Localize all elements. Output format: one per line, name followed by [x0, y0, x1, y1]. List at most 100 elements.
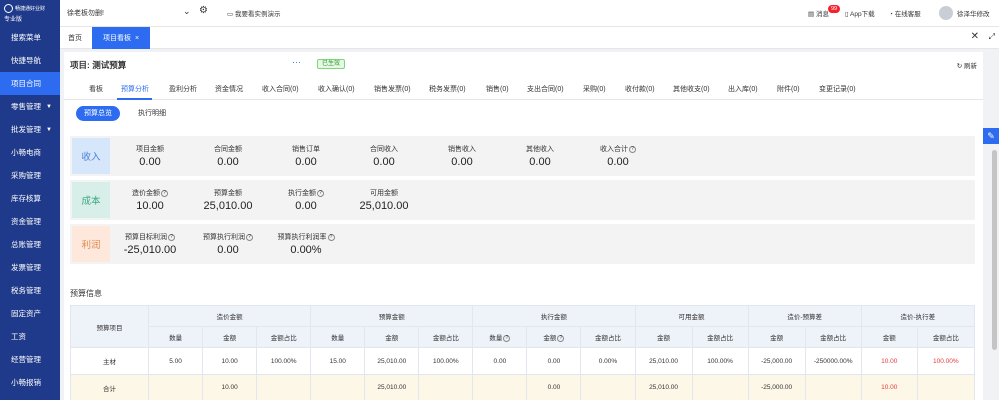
chevron-down-icon[interactable]: ⌄	[183, 6, 191, 17]
main-tab[interactable]: 看板	[89, 84, 103, 94]
sidebar-item-label: 经营管理	[11, 355, 41, 364]
main-tab[interactable]: 销售(0)	[486, 84, 509, 94]
sidebar-item[interactable]: 经营管理	[0, 348, 60, 371]
sidebar-item-label: 固定资产	[11, 309, 41, 318]
table-cell: 10.00	[860, 347, 918, 375]
top-bar: 徐老板勿删! ⌄ ⚙ ▭ 我要看实例演示 99 ▤ 消息 ▯ App下载 ◔ 在…	[60, 0, 999, 27]
table-row: 主材 5.00 10.00 100.00% 15.00 25,010.00 100.00% 0…	[69, 347, 976, 375]
table-cell: 100.00%	[691, 347, 749, 375]
metric-label: 执行金额?	[266, 188, 346, 198]
more-icon[interactable]: ···	[292, 57, 301, 67]
metric-label-text: 合同收入	[370, 146, 398, 153]
close-icon[interactable]: ×	[135, 35, 139, 42]
help-icon[interactable]: ?	[246, 233, 253, 241]
help-icon[interactable]: ?	[168, 233, 175, 241]
table-cell: 100.00%	[256, 347, 312, 375]
close-all-tabs-icon[interactable]: ✕	[971, 31, 979, 42]
sidebar: 畅捷通好业财 专业版 搜索菜单 快捷导航 项目合同 零售管理 ▼ 批发管理 ▼ 小畅电商 采购管…	[0, 0, 60, 400]
sidebar-item[interactable]: 税务管理	[0, 279, 60, 302]
form-icon[interactable]: ✎	[983, 128, 999, 144]
sidebar-item[interactable]: 总账管理	[0, 233, 60, 256]
page-title: 项目: 测试预算	[70, 60, 127, 70]
tab-project-board[interactable]: 项目看板 ×	[92, 27, 150, 49]
caret-down-icon: ▼	[46, 126, 52, 133]
metric: 预算目标利润? -25,010.00	[110, 232, 190, 256]
main-tab[interactable]: 收付款(0)	[625, 84, 655, 94]
subtab-execution-detail[interactable]: 执行明细	[130, 106, 174, 121]
main-tab[interactable]: 收入合同(0)	[262, 84, 299, 94]
column-header: 数量	[310, 326, 366, 348]
help-icon[interactable]: ?	[629, 145, 636, 153]
sidebar-item[interactable]: 工资	[0, 325, 60, 348]
user-name[interactable]: 徐泽华修改	[957, 8, 990, 18]
sidebar-item[interactable]: 项目合同	[0, 72, 60, 95]
demo-link[interactable]: ▭ 我要看实例演示	[227, 8, 280, 18]
table-cell: -250000.00%	[804, 347, 862, 375]
main-tab[interactable]: 预算分析	[121, 84, 149, 94]
help-icon[interactable]: ?	[317, 189, 324, 197]
column-header-text: 金额	[385, 335, 399, 342]
main-tab[interactable]: 销售发票(0)	[374, 84, 411, 94]
app-download-button[interactable]: ▯ App下载	[845, 8, 875, 18]
metric: 项目金额 0.00	[110, 144, 190, 168]
status-badge: 已生效	[317, 59, 346, 69]
caret-down-icon: ▼	[46, 103, 52, 110]
message-button[interactable]: ▤ 消息	[808, 8, 829, 18]
sidebar-item-label: 小畅电商	[11, 148, 41, 157]
sidebar-item[interactable]: 采购管理	[0, 164, 60, 187]
main-tab[interactable]: 资金情况	[215, 84, 243, 94]
sidebar-item[interactable]: 资金管理	[0, 210, 60, 233]
metric-label-text: 预算目标利润	[125, 234, 167, 241]
help-icon[interactable]: ?	[503, 334, 511, 342]
gear-icon[interactable]: ⚙	[199, 5, 208, 16]
sidebar-item[interactable]: 固定资产	[0, 302, 60, 325]
column-header-text: 金额	[543, 335, 557, 342]
table-row: 合计 10.00 25,010.00 0.00 25,010.00 -25,000.00 1…	[69, 374, 976, 400]
main-tab[interactable]: 税务发票(0)	[429, 84, 466, 94]
subtab-budget-overview[interactable]: 预算总览	[76, 106, 120, 121]
sidebar-item[interactable]: 批发管理 ▼	[0, 118, 60, 141]
column-header-text: 金额占比	[432, 335, 459, 342]
main-tab[interactable]: 支出合同(0)	[527, 84, 564, 94]
metric-value: 10.00	[136, 200, 164, 212]
column-header: 金额?	[526, 326, 582, 348]
sidebar-item[interactable]: 小畅电商	[0, 141, 60, 164]
metric-label-text: 造价金额	[132, 190, 160, 197]
sidebar-item[interactable]: 零售管理 ▼	[0, 95, 60, 118]
metric-label: 预算执行利润率?	[266, 232, 346, 242]
main-tab[interactable]: 附件(0)	[777, 84, 800, 94]
sidebar-item[interactable]: 搜索菜单	[0, 26, 60, 49]
help-icon[interactable]: ?	[161, 189, 168, 197]
sidebar-item[interactable]: 小畅报销	[0, 371, 60, 394]
sidebar-item[interactable]: 快捷导航	[0, 49, 60, 72]
main-tab[interactable]: 变更记录(0)	[819, 84, 856, 94]
main-tab[interactable]: 出入库(0)	[728, 84, 758, 94]
row-name: 主材	[69, 347, 150, 375]
sidebar-item[interactable]: 发票管理	[0, 256, 60, 279]
sidebar-item-label: 零售管理	[11, 102, 41, 111]
metric-value: 0.00	[217, 244, 239, 256]
expand-icon[interactable]: ⤢	[989, 32, 995, 42]
table-cell: 15.00	[310, 347, 366, 375]
metric-label: 预算目标利润?	[110, 232, 190, 242]
avatar[interactable]	[939, 6, 953, 20]
main-tab[interactable]: 盈利分析	[169, 84, 197, 94]
sidebar-item-label: 批发管理	[11, 125, 41, 134]
main-tab[interactable]: 其他收支(0)	[673, 84, 710, 94]
table-cell: 10.00	[202, 374, 258, 400]
sidebar-item[interactable]: 库存核算	[0, 187, 60, 210]
account-select[interactable]: 徐老板勿删!	[67, 8, 104, 18]
scrollbar[interactable]	[992, 150, 997, 350]
help-icon[interactable]: ?	[557, 334, 565, 342]
help-icon[interactable]: ?	[327, 233, 335, 241]
table-cell	[310, 374, 366, 400]
online-service-button[interactable]: ◔ 在线客服	[889, 8, 921, 18]
tab-home[interactable]: 首页	[68, 33, 82, 43]
main-tab[interactable]: 采购(0)	[583, 84, 606, 94]
main-tab[interactable]: 收入确认(0)	[318, 84, 355, 94]
refresh-button[interactable]: ↻ 刷新	[957, 60, 977, 70]
metric-value: 0.00%	[290, 244, 322, 256]
column-header: 数量?	[472, 326, 528, 348]
sidebar-menu: 搜索菜单 快捷导航 项目合同零售管理 ▼ 批发管理 ▼ 小畅电商采购管理 库存核算 资金管理 总账…	[0, 26, 60, 394]
table-cell	[148, 374, 204, 400]
